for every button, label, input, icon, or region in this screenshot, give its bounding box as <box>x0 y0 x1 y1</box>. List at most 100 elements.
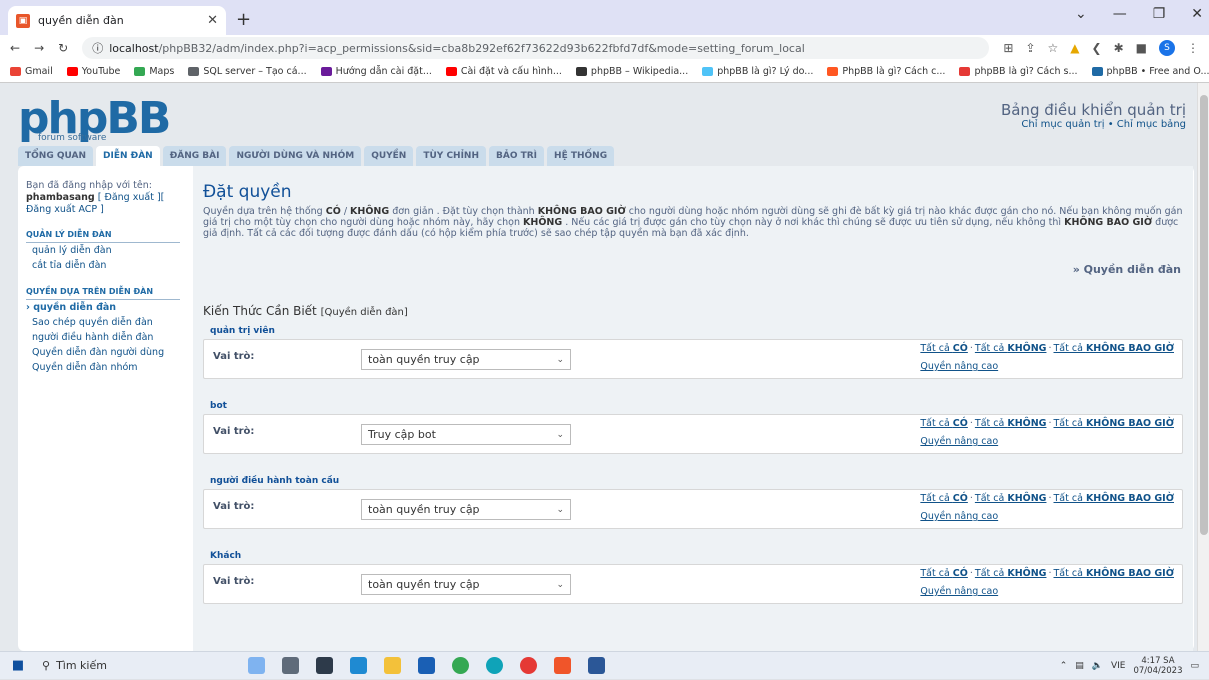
file-explorer-icon[interactable] <box>384 657 401 674</box>
acp-tab[interactable]: NGƯỜI DÙNG VÀ NHÓM <box>229 146 362 166</box>
role-select[interactable]: toàn quyền truy cập ⌄ <box>361 349 571 370</box>
acp-tab[interactable]: BẢO TRÌ <box>489 146 545 166</box>
acp-tab[interactable]: ĐĂNG BÀI <box>162 146 227 166</box>
translate-icon[interactable]: ⊞ <box>1003 41 1013 55</box>
sidebar-item[interactable]: Quyền diễn đàn nhóm <box>26 360 180 375</box>
set-all-yes-link[interactable]: Tất cả CÓ <box>920 568 968 579</box>
set-all-no-link[interactable]: Tất cả KHÔNG <box>975 493 1047 504</box>
bookmark-item[interactable]: phpBB • Free and O... <box>1091 66 1209 77</box>
edge-icon[interactable] <box>486 657 503 674</box>
role-value: toàn quyền truy cập <box>368 353 480 366</box>
url-input[interactable]: ⓘ localhost/phpBB32/adm/index.php?i=acp_… <box>82 37 990 59</box>
acp-tab[interactable]: TÙY CHỈNH <box>416 146 486 166</box>
sidebar-item[interactable]: cắt tỉa diễn đàn <box>26 258 180 273</box>
language-indicator[interactable]: VIE <box>1111 661 1126 671</box>
set-all-yes-link[interactable]: Tất cả CÓ <box>920 343 968 354</box>
close-tab-icon[interactable]: ✕ <box>207 13 218 28</box>
close-window-icon[interactable]: ✕ <box>1191 6 1203 22</box>
bookmark-item[interactable]: YouTube <box>66 66 120 77</box>
minimize-icon[interactable]: — <box>1113 6 1127 22</box>
volume-icon[interactable]: 🔈 <box>1092 661 1103 671</box>
set-all-no-link[interactable]: Tất cả KHÔNG <box>975 418 1047 429</box>
logout-acp-link[interactable]: Đăng xuất ACP ] <box>26 204 104 215</box>
acp-tab[interactable]: TỔNG QUAN <box>18 146 94 166</box>
vscode-icon[interactable] <box>350 657 367 674</box>
menu-kebab-icon[interactable]: ⋮ <box>1187 41 1199 55</box>
bookmark-item[interactable]: Maps <box>134 66 174 77</box>
xampp-icon[interactable] <box>554 657 571 674</box>
advanced-permissions-link[interactable]: Quyền nâng cao <box>920 436 1174 447</box>
set-all-yes-link[interactable]: Tất cả CÓ <box>920 493 968 504</box>
bookmark-label: SQL server – Tạo cá... <box>203 66 307 77</box>
advanced-permissions-link[interactable]: Quyền nâng cao <box>920 586 1174 597</box>
browser-tabstrip: ▣ quyền diễn đàn ✕ + ⌄ — ❐ ✕ <box>0 0 1209 35</box>
sidebar-item[interactable]: người điều hành diễn đàn <box>26 330 180 345</box>
share-icon[interactable]: ⇪ <box>1025 41 1035 55</box>
sidebar-item[interactable]: quản lý diễn đàn <box>26 243 180 258</box>
bookmark-item[interactable]: SQL server – Tạo cá... <box>188 66 307 77</box>
set-all-yes-link[interactable]: Tất cả CÓ <box>920 418 968 429</box>
acp-tab[interactable]: DIỄN ĐÀN <box>96 146 160 166</box>
advanced-permissions-link[interactable]: Quyền nâng cao <box>920 361 1174 372</box>
sidebar-item[interactable]: › quyền diễn đàn <box>26 300 180 315</box>
coupon-extension-icon[interactable]: ▲ <box>1070 41 1079 55</box>
widget-icon[interactable] <box>248 657 265 674</box>
forward-icon[interactable]: → <box>34 41 44 55</box>
bookmark-item[interactable]: phpBB là gì? Lý do... <box>702 66 813 77</box>
logout-link[interactable]: [ Đăng xuất ][ <box>98 192 165 203</box>
intro-text: Quyền dựa trên hệ thống CÓ / KHÔNG đơn g… <box>203 206 1191 239</box>
back-icon[interactable]: ← <box>10 41 20 55</box>
clock[interactable]: 4:17 SA 07/04/2023 <box>1133 656 1182 676</box>
bookmark-item[interactable]: phpBB – Wikipedia... <box>575 66 688 77</box>
sidepanel-icon[interactable]: ■ <box>1136 41 1147 55</box>
extension-arrow-icon[interactable]: ❮ <box>1092 41 1102 55</box>
url-path: /phpBB32/adm/index.php?i=acp_permissions… <box>158 41 805 55</box>
role-select[interactable]: Truy cập bot ⌄ <box>361 424 571 445</box>
notification-icon[interactable]: ▭ <box>1190 661 1199 671</box>
set-all-never-link[interactable]: Tất cả KHÔNG BAO GIỜ <box>1054 343 1175 354</box>
phpbb-logo[interactable]: phpBB forum software <box>18 93 171 144</box>
set-all-no-link[interactable]: Tất cả KHÔNG <box>975 568 1047 579</box>
bookmark-item[interactable]: Hướng dẫn cài đặt... <box>320 66 432 77</box>
bookmark-item[interactable]: Cài đặt và cấu hình... <box>445 66 562 77</box>
scrollbar-thumb[interactable] <box>1200 95 1208 535</box>
task-view-icon[interactable] <box>282 657 299 674</box>
taskbar-search[interactable]: ⚲ Tìm kiếm <box>36 652 226 680</box>
chrome-profile-icon[interactable] <box>520 657 537 674</box>
browser-tab[interactable]: ▣ quyền diễn đàn ✕ <box>8 6 226 35</box>
tab-search-icon[interactable]: ⌄ <box>1075 6 1087 22</box>
network-icon[interactable]: ▤ <box>1075 661 1084 671</box>
terminal-icon[interactable] <box>316 657 333 674</box>
acp-tab[interactable]: QUYỀN <box>364 146 414 166</box>
set-all-no-link[interactable]: Tất cả KHÔNG <box>975 343 1047 354</box>
tray-chevron-icon[interactable]: ⌃ <box>1060 661 1068 671</box>
set-all-never-link[interactable]: Tất cả KHÔNG BAO GIỜ <box>1054 493 1175 504</box>
role-select[interactable]: toàn quyền truy cập ⌄ <box>361 499 571 520</box>
windows-start-icon[interactable]: ■ <box>0 658 36 673</box>
profile-avatar[interactable]: S <box>1159 40 1175 56</box>
permission-group: bot Vai trò: Truy cập bot ⌄ Tất cả CÓ · Tất cả… <box>203 387 1183 454</box>
word-icon[interactable] <box>588 657 605 674</box>
bookmark-item[interactable]: Gmail <box>10 66 53 77</box>
sidebar-item[interactable]: Sao chép quyền diễn đàn <box>26 315 180 330</box>
bookmark-item[interactable]: phpBB là gì? Cách s... <box>959 66 1078 77</box>
forum-perms-crumb[interactable]: » Quyền diễn đàn <box>203 263 1183 276</box>
acp-header-links[interactable]: Chỉ mục quản trị • Chỉ mục bảng <box>1021 119 1186 130</box>
info-icon[interactable]: ⓘ <box>92 40 103 56</box>
advanced-permissions-link[interactable]: Quyền nâng cao <box>920 511 1174 522</box>
acp-tab[interactable]: HỆ THỐNG <box>547 146 615 166</box>
reload-icon[interactable]: ↻ <box>58 41 68 55</box>
set-all-never-link[interactable]: Tất cả KHÔNG BAO GIỜ <box>1054 568 1175 579</box>
bookmark-item[interactable]: PhpBB là gì? Cách c... <box>827 66 945 77</box>
new-tab-button[interactable]: + <box>236 9 251 30</box>
maximize-icon[interactable]: ❐ <box>1153 6 1166 22</box>
bookmark-star-icon[interactable]: ☆ <box>1048 41 1059 55</box>
extensions-puzzle-icon[interactable]: ✱ <box>1114 41 1124 55</box>
page-scrollbar[interactable] <box>1197 83 1209 651</box>
mail-icon[interactable] <box>418 657 435 674</box>
chrome-icon[interactable] <box>452 657 469 674</box>
sidebar-item[interactable]: Quyền diễn đàn người dùng <box>26 345 180 360</box>
sidebar-section-forum-manage: QUẢN LÝ DIỄN ĐÀN <box>26 230 180 243</box>
set-all-never-link[interactable]: Tất cả KHÔNG BAO GIỜ <box>1054 418 1175 429</box>
role-select[interactable]: toàn quyền truy cập ⌄ <box>361 574 571 595</box>
